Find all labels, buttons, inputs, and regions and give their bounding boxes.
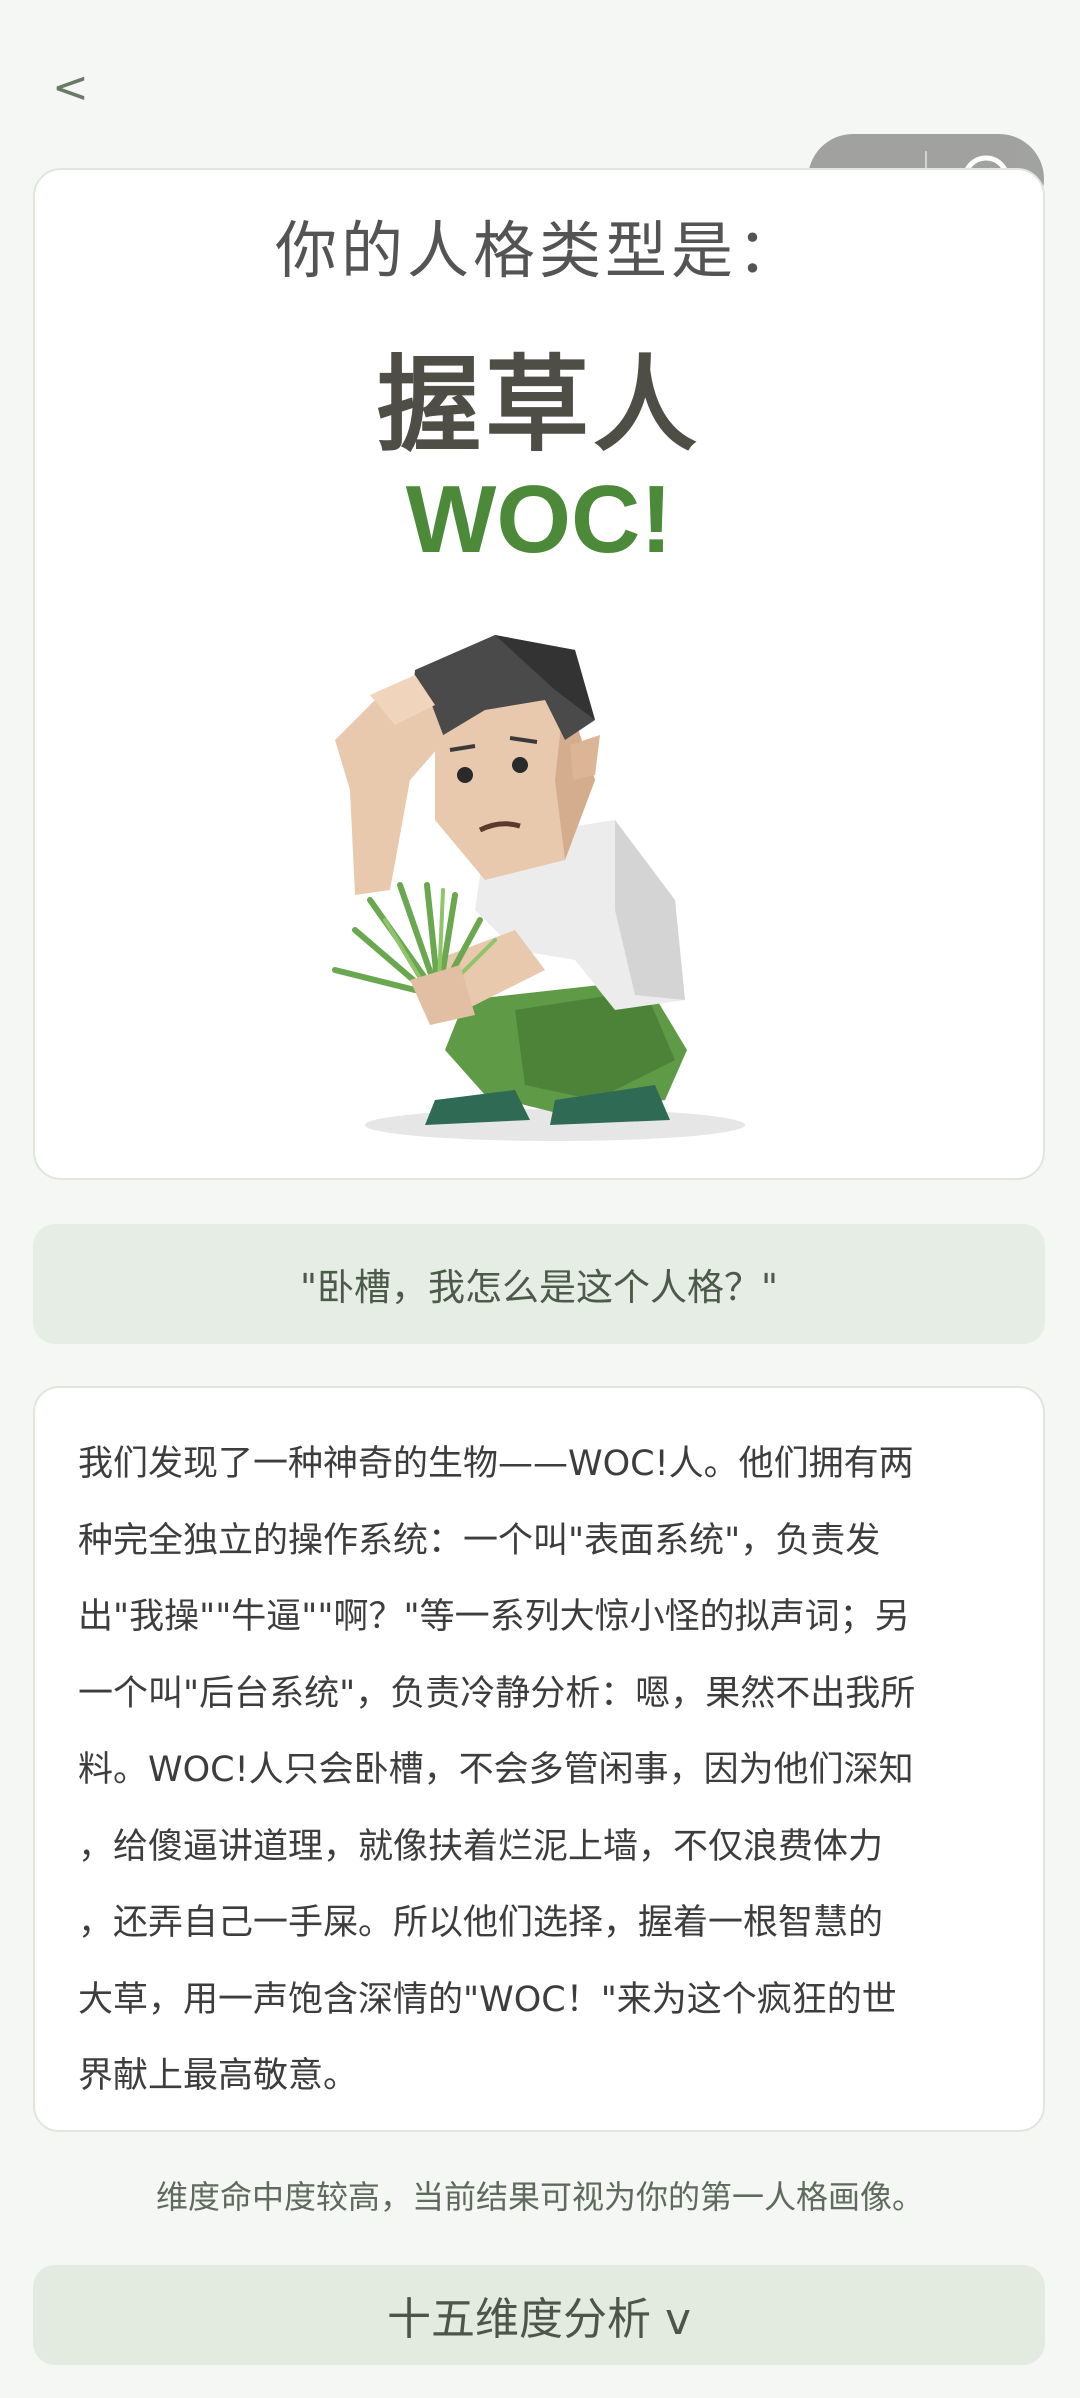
- result-label: 你的人格类型是：: [274, 214, 803, 287]
- description-line: 料。WOC!人只会卧槽，不会多管闲事，因为他们深知: [78, 1750, 914, 1790]
- dimension-analysis-button[interactable]: 十五维度分析 v: [33, 2265, 1045, 2365]
- description-line: 我们发现了一种神奇的生物——WOC!人。他们拥有两: [78, 1444, 914, 1484]
- description-line: 界献上最高敬意。: [78, 2056, 359, 2096]
- description-line: 种完全独立的操作系统：一个叫"表面系统"，负责发: [78, 1520, 881, 1561]
- result-image-card: 你的人格类型是： 握草人 WOC!: [33, 168, 1045, 1180]
- result-confidence-note: 维度命中度较高，当前结果可视为你的第一人格画像。: [155, 2178, 924, 2216]
- description-line: ，给傻逼讲道理，就像扶着烂泥上墙，不仅浪费体力: [78, 1826, 884, 1867]
- back-button[interactable]: <: [52, 58, 112, 118]
- crouching-man-holding-grass-illustration: [332, 635, 745, 1141]
- description-line: 一个叫"后台系统"，负责冷静分析：嗯，果然不出我所: [78, 1673, 916, 1714]
- reaction-quote: "卧槽，我怎么是这个人格？": [33, 1224, 1045, 1344]
- description-line: 出"我操""牛逼""啊？"等一系列大惊小怪的拟声词；另: [78, 1597, 910, 1637]
- result-type-name: 握草人: [376, 344, 701, 466]
- personality-description-card: 我们发现了一种神奇的生物——WOC!人。他们拥有两 种完全独立的操作系统：一个叫…: [33, 1386, 1045, 2132]
- description-line: ，还弄自己一手屎。所以他们选择，握着一根智慧的: [78, 1903, 884, 1943]
- description-line: 大草，用一声饱含深情的"WOC！"来为这个疯狂的世: [78, 1979, 897, 2020]
- result-type-code: WOC!: [405, 466, 673, 573]
